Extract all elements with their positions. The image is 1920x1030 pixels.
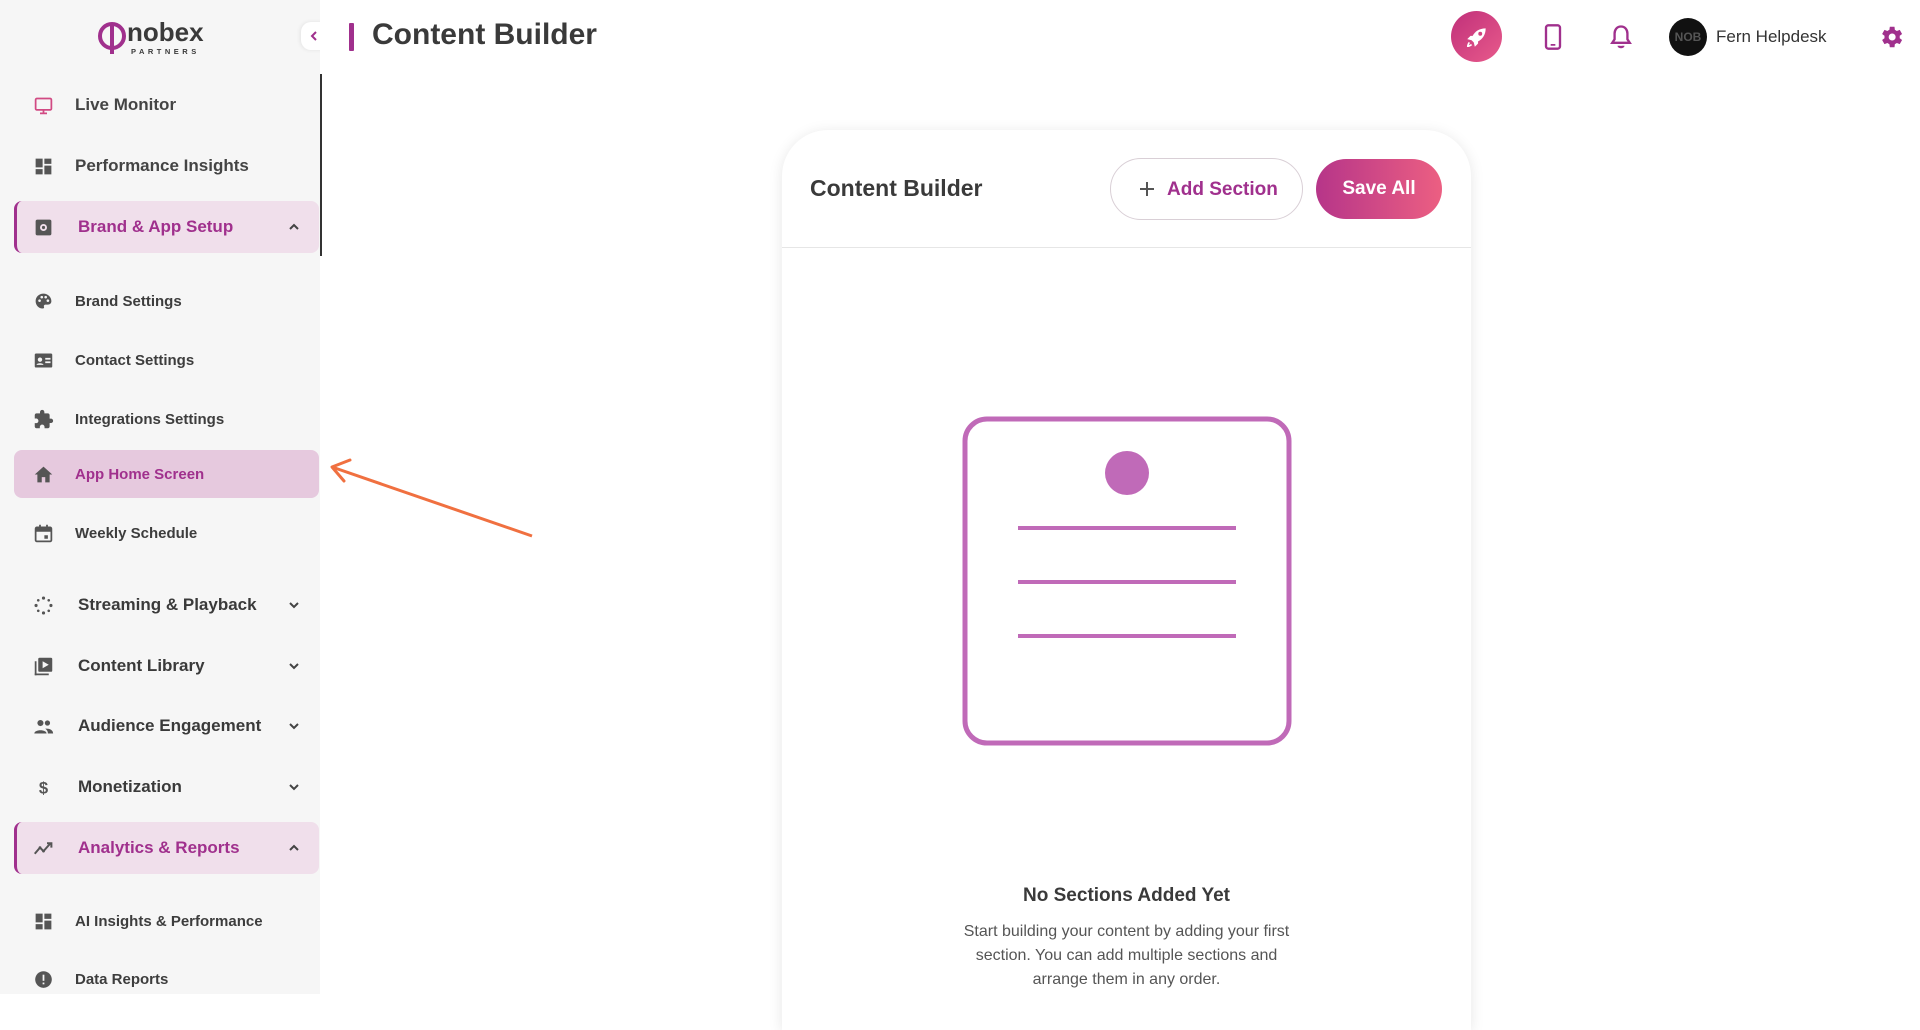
sidebar-group-brand-app-setup[interactable]: Brand & App Setup [14,201,319,253]
sidebar-item-label: AI Insights & Performance [75,912,263,930]
settings-box-icon [32,216,54,238]
sidebar-item-label: Live Monitor [75,95,177,114]
notifications-button[interactable] [1604,20,1638,54]
plus-icon [1135,177,1159,201]
calendar-icon [32,522,54,544]
sidebar-item-label: Integrations Settings [75,410,225,428]
sidebar-group-monetization[interactable]: $ Monetization [14,762,319,812]
sidebar-item-contact-settings[interactable]: Contact Settings [14,336,319,384]
sidebar-item-label: App Home Screen [75,465,205,483]
dollar-icon: $ [32,776,54,798]
sidebar-group-streaming-playback[interactable]: Streaming & Playback [14,580,319,630]
sidebar-group-audience-engagement[interactable]: Audience Engagement [14,701,319,751]
people-icon [32,715,54,737]
panel-header: Content Builder Add Section Save All [782,130,1471,248]
sidebar-group-label: Audience Engagement [78,716,262,735]
settings-button[interactable] [1874,20,1908,54]
dashboard-icon [32,910,54,932]
user-name[interactable]: Fern Helpdesk [1716,27,1827,47]
save-all-button[interactable]: Save All [1316,159,1442,219]
sidebar-item-label: Performance Insights [75,156,249,175]
mobile-icon [1544,24,1562,50]
puzzle-icon [32,408,54,430]
sidebar-group-analytics-reports[interactable]: Analytics & Reports [14,822,319,874]
sidebar-collapse-button[interactable] [301,22,320,50]
sidebar-item-integrations-settings[interactable]: Integrations Settings [14,395,319,443]
sidebar-item-brand-settings[interactable]: Brand Settings [14,277,319,325]
trend-icon [32,837,54,859]
sidebar-item-label: Contact Settings [75,351,195,369]
chevron-up-icon [287,220,301,234]
add-section-button[interactable]: Add Section [1110,158,1303,220]
svg-text:$: $ [38,778,47,797]
content-builder-panel: Content Builder Add Section Save All No … [782,130,1471,1030]
gear-icon [1882,26,1903,48]
sidebar-item-data-reports[interactable]: Data Reports [14,955,319,994]
rocket-button[interactable] [1451,11,1502,62]
avatar[interactable]: NOB [1669,18,1707,56]
chevron-left-icon [310,31,317,41]
palette-icon [32,290,54,312]
sidebar-item-label: Brand Settings [75,292,182,310]
sidebar-resize-handle[interactable] [320,74,322,256]
chevron-down-icon [287,719,301,733]
empty-state-description: Start building your content by adding yo… [963,923,1290,988]
mobile-preview-button[interactable] [1536,20,1570,54]
nobex-logo[interactable]: nobex PARTNERS [98,14,220,58]
sidebar-group-content-library[interactable]: Content Library [14,641,319,691]
sidebar-item-label: Weekly Schedule [75,524,198,542]
sidebar-item-performance-insights[interactable]: Performance Insights [14,141,319,191]
sidebar-group-label: Monetization [78,777,182,796]
sidebar-item-live-monitor[interactable]: Live Monitor [14,80,319,130]
add-section-label: Add Section [1167,179,1278,200]
dashboard-icon [32,155,54,177]
rocket-icon [1466,27,1486,47]
page-title: Content Builder [372,18,597,51]
sidebar: nobex PARTNERS Live Monitor Performance … [0,0,320,994]
sidebar-item-ai-insights-performance[interactable]: AI Insights & Performance [14,897,319,945]
svg-text:nobex: nobex [127,17,204,47]
sidebar-group-label: Brand & App Setup [78,217,234,236]
page-title-accent [349,23,354,51]
chevron-down-icon [287,598,301,612]
contact-card-icon [32,349,54,371]
panel-title: Content Builder [810,175,983,201]
library-icon [32,655,54,677]
monitor-icon [32,94,54,116]
sidebar-group-label: Streaming & Playback [78,595,257,614]
sidebar-item-weekly-schedule[interactable]: Weekly Schedule [14,509,319,557]
chevron-down-icon [287,780,301,794]
sidebar-group-label: Content Library [78,656,205,675]
bell-icon [1610,25,1632,49]
chevron-up-icon [287,841,301,855]
annotation-arrow [320,455,540,545]
info-icon [32,968,54,990]
spinner-icon [32,594,54,616]
svg-text:PARTNERS: PARTNERS [131,47,200,56]
sidebar-group-label: Analytics & Reports [78,838,240,857]
chevron-down-icon [287,659,301,673]
empty-state-illustration [962,416,1292,746]
sidebar-item-label: Data Reports [75,970,169,988]
home-icon [32,463,54,485]
empty-state-title: No Sections Added Yet [1023,885,1230,906]
sidebar-item-app-home-screen[interactable]: App Home Screen [14,450,319,498]
